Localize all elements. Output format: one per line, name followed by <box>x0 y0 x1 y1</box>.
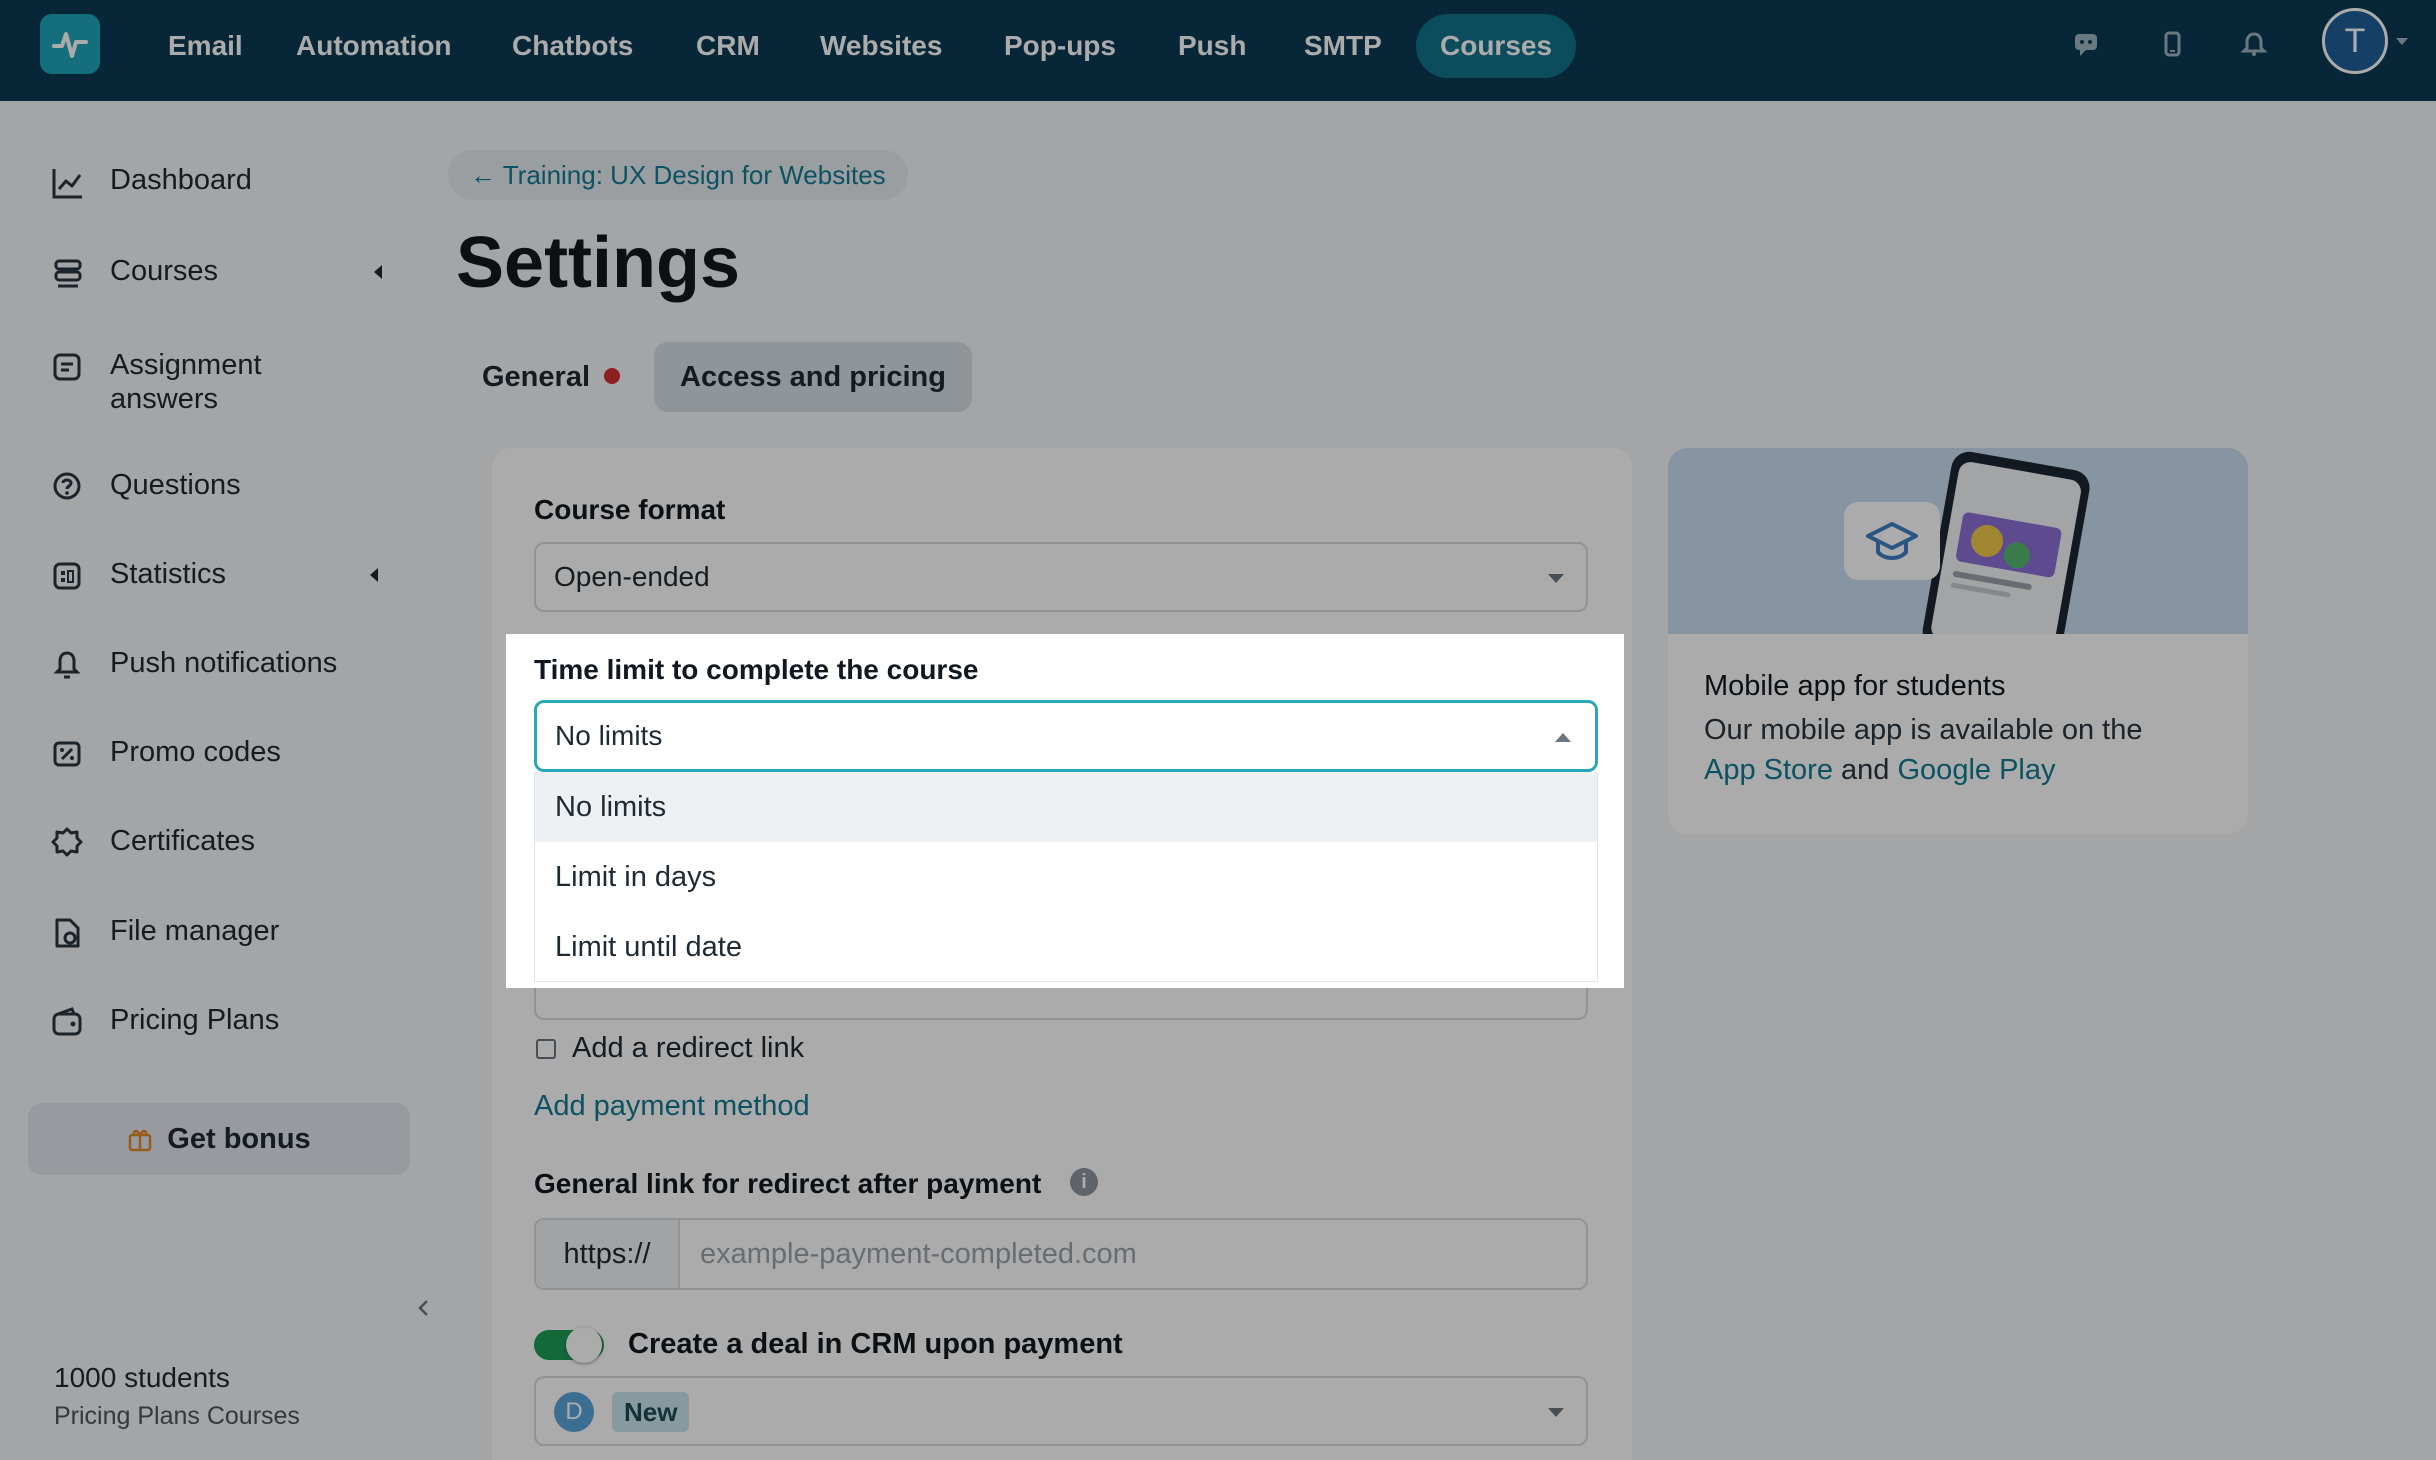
option-limit-in-days[interactable]: Limit in days <box>535 842 1597 912</box>
time-limit-label: Time limit to complete the course <box>534 654 979 685</box>
chevron-up-icon <box>1555 733 1571 742</box>
time-limit-dropdown: No limits Limit in days Limit until date <box>534 772 1598 982</box>
option-limit-until-date[interactable]: Limit until date <box>535 912 1597 982</box>
option-no-limits[interactable]: No limits <box>535 772 1597 842</box>
time-limit-value: No limits <box>555 720 663 751</box>
time-limit-select[interactable]: No limits <box>534 700 1598 772</box>
time-limit-focus-area: Time limit to complete the course No lim… <box>506 634 1624 988</box>
